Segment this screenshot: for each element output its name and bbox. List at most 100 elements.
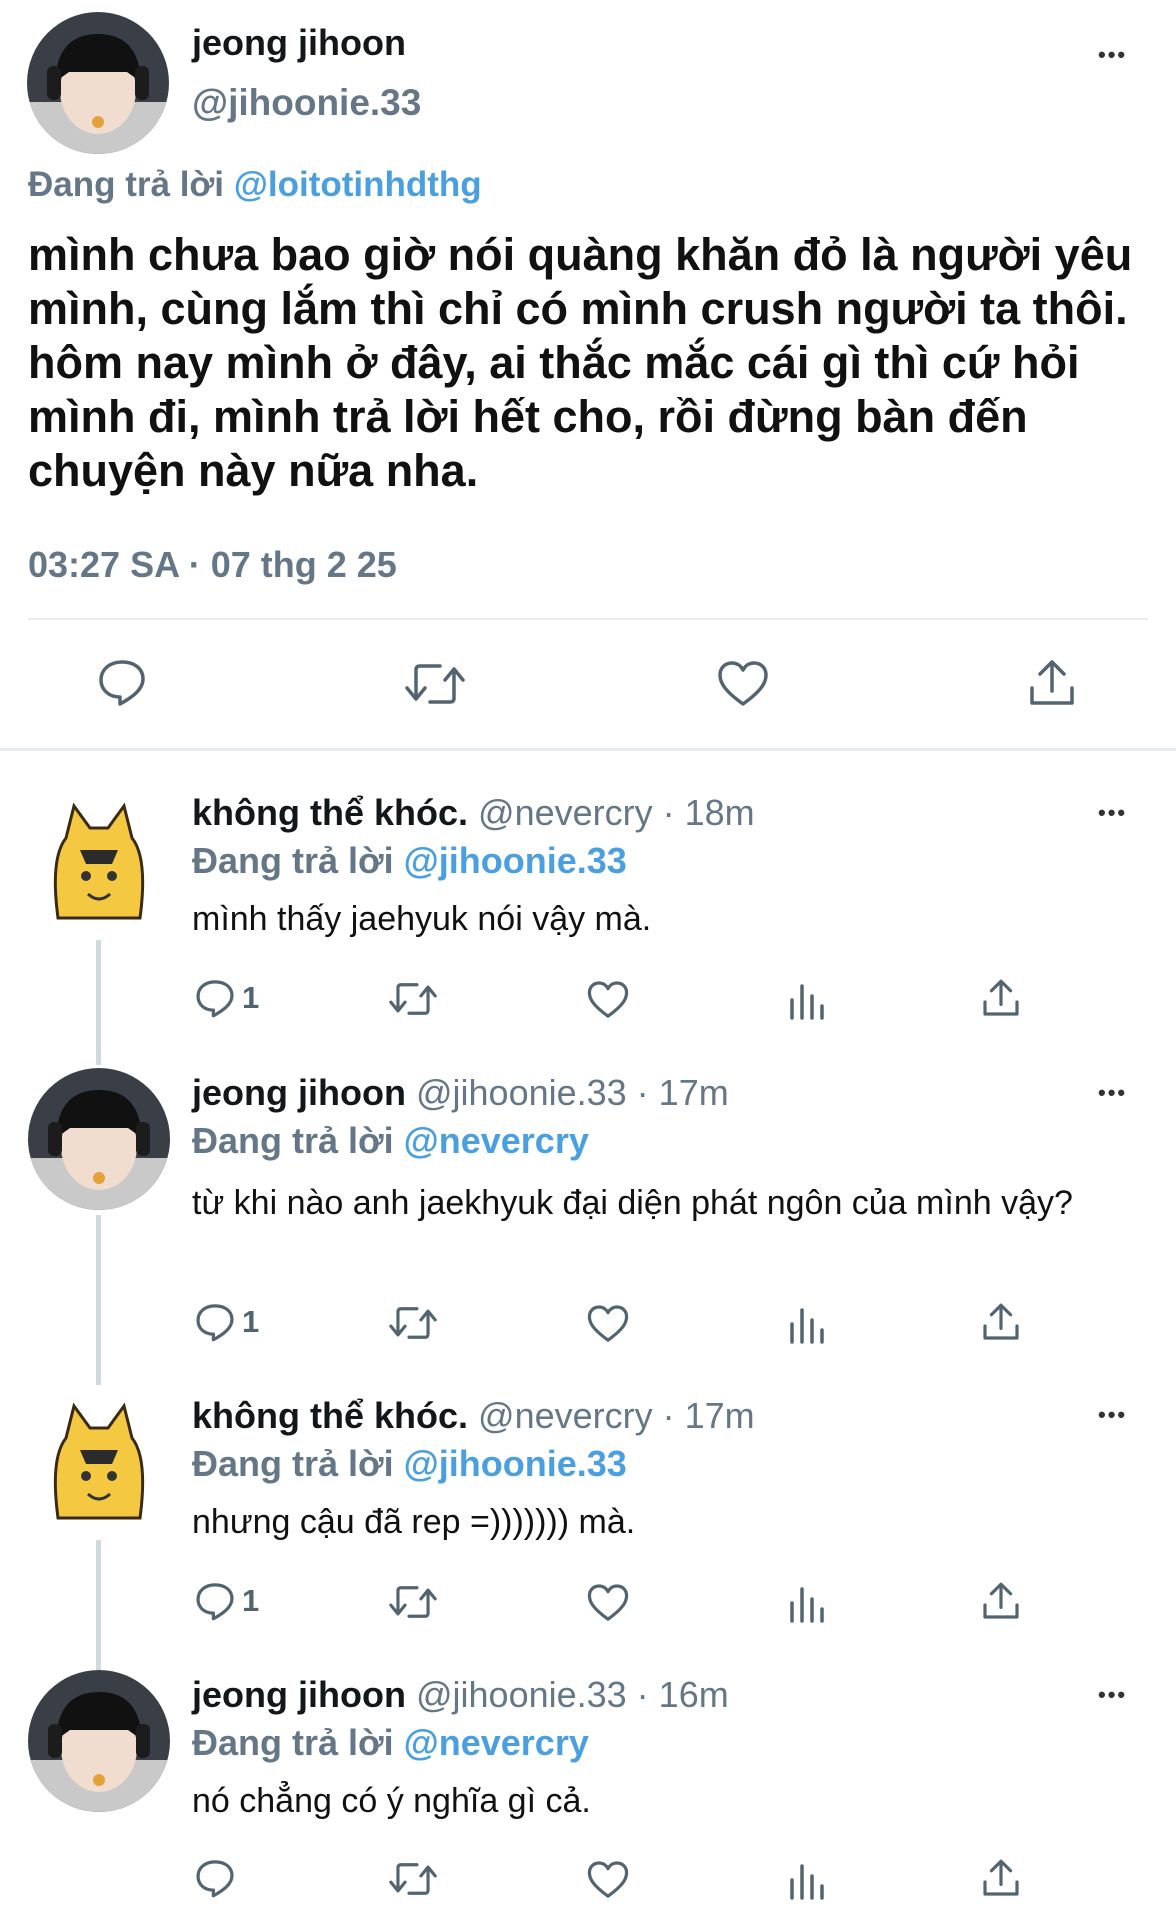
reply-context: Đang trả lời @loitotinhdthg: [28, 165, 482, 205]
reply-count: 1: [242, 1304, 260, 1339]
comment-icon: [196, 1304, 234, 1342]
more-icon[interactable]: •••: [1098, 1080, 1127, 1106]
reply-count: 1: [242, 980, 260, 1015]
views-button[interactable]: [788, 1860, 826, 1900]
like-button[interactable]: [587, 1860, 629, 1900]
views-button[interactable]: [788, 1583, 826, 1623]
share-button[interactable]: [981, 1302, 1021, 1342]
reply-context: Đang trả lời @nevercry: [192, 1120, 589, 1162]
retweet-button[interactable]: [388, 980, 438, 1018]
like-icon: [587, 1305, 629, 1342]
author-name[interactable]: jeong jihoon: [192, 22, 406, 64]
share-icon: [983, 979, 1019, 1016]
share-icon: [983, 1859, 1019, 1896]
retweet-icon: [405, 664, 465, 704]
more-icon[interactable]: •••: [1098, 42, 1127, 68]
more-icon[interactable]: •••: [1098, 1402, 1127, 1428]
share-icon: [1030, 660, 1074, 705]
share-button[interactable]: [1027, 658, 1077, 708]
reply-author-name[interactable]: không thể khóc.: [192, 1395, 468, 1436]
reply-prefix: Đang trả lời: [28, 165, 225, 204]
reply-meta: @jihoonie.33 · 16m: [415, 1674, 729, 1715]
reply-meta: @jihoonie.33 · 17m: [415, 1072, 729, 1113]
author-avatar[interactable]: [27, 12, 169, 154]
views-icon: [790, 1308, 824, 1344]
more-icon[interactable]: •••: [1098, 1682, 1127, 1708]
views-icon: [790, 984, 824, 1020]
cartoon-avatar-icon: [28, 802, 170, 940]
share-button[interactable]: [981, 978, 1021, 1018]
like-icon: [718, 661, 768, 706]
reply-header: jeong jihoon @jihoonie.33 · 16m: [192, 1674, 729, 1716]
reply-author-name[interactable]: jeong jihoon: [192, 1072, 406, 1113]
like-button[interactable]: [717, 660, 769, 708]
comment-button[interactable]: [194, 1858, 242, 1898]
reply-text: nó chẳng có ý nghĩa gì cả.: [192, 1782, 591, 1820]
avatar-photo: [27, 12, 169, 154]
reply-meta: @nevercry · 18m: [478, 792, 755, 833]
share-icon: [983, 1303, 1019, 1340]
tweet-timestamp[interactable]: 03:27 SA · 07 thg 2 25: [28, 544, 397, 586]
reply-prefix: Đang trả lời: [192, 1120, 394, 1161]
more-icon[interactable]: •••: [1098, 800, 1127, 826]
reply-author-name[interactable]: không thể khóc.: [192, 792, 468, 833]
comment-button[interactable]: [96, 658, 148, 706]
reply-prefix: Đang trả lời: [192, 1443, 394, 1484]
retweet-icon: [389, 1863, 437, 1895]
comment-icon: [196, 980, 234, 1018]
reply-to-link[interactable]: @nevercry: [404, 1120, 589, 1161]
retweet-icon: [389, 983, 437, 1015]
reply-avatar[interactable]: [28, 1398, 170, 1540]
retweet-icon: [389, 1307, 437, 1339]
views-button[interactable]: [788, 980, 826, 1020]
reply-context: Đang trả lời @jihoonie.33: [192, 1443, 627, 1485]
reply-to-link[interactable]: @loitotinhdthg: [234, 165, 482, 204]
views-icon: [790, 1587, 824, 1623]
comment-button[interactable]: 1: [194, 1302, 259, 1342]
like-button[interactable]: [587, 1583, 629, 1623]
reply-prefix: Đang trả lời: [192, 1722, 394, 1763]
retweet-button[interactable]: [404, 660, 466, 708]
views-button[interactable]: [788, 1304, 826, 1344]
comment-icon: [196, 1860, 234, 1898]
reply-context: Đang trả lời @nevercry: [192, 1722, 589, 1764]
reply-avatar[interactable]: [28, 1670, 170, 1812]
reply-header: không thể khóc. @nevercry · 17m: [192, 1395, 755, 1437]
reply-header: jeong jihoon @jihoonie.33 · 17m: [192, 1072, 729, 1114]
comment-button[interactable]: 1: [194, 1581, 259, 1621]
reply-to-link[interactable]: @jihoonie.33: [404, 1443, 627, 1484]
retweet-button[interactable]: [388, 1860, 438, 1898]
like-icon: [587, 1861, 629, 1898]
comment-icon: [196, 1583, 234, 1621]
reply-count: 1: [242, 1583, 260, 1618]
avatar-photo: [28, 1670, 170, 1812]
reply-prefix: Đang trả lời: [192, 840, 394, 881]
divider: [28, 618, 1148, 620]
reply-avatar[interactable]: [28, 798, 170, 940]
reply-author-name[interactable]: jeong jihoon: [192, 1674, 406, 1715]
author-handle[interactable]: @jihoonie.33: [192, 82, 421, 124]
thread-line: [96, 1520, 101, 1670]
like-button[interactable]: [587, 980, 629, 1020]
section-divider: [0, 748, 1176, 751]
retweet-button[interactable]: [388, 1304, 438, 1342]
like-icon: [587, 1584, 629, 1621]
like-icon: [587, 981, 629, 1018]
reply-avatar[interactable]: [28, 1068, 170, 1210]
share-icon: [983, 1582, 1019, 1619]
retweet-button[interactable]: [388, 1583, 438, 1621]
cartoon-avatar-icon: [28, 1402, 170, 1540]
reply-text: mình thấy jaehyuk nói vậy mà.: [192, 900, 652, 938]
share-button[interactable]: [981, 1581, 1021, 1621]
retweet-icon: [389, 1586, 437, 1618]
reply-to-link[interactable]: @nevercry: [404, 1722, 589, 1763]
reply-header: không thể khóc. @nevercry · 18m: [192, 792, 755, 834]
thread-line: [96, 1215, 101, 1385]
reply-meta: @nevercry · 17m: [478, 1395, 755, 1436]
avatar-photo: [28, 1068, 170, 1210]
like-button[interactable]: [587, 1304, 629, 1344]
reply-to-link[interactable]: @jihoonie.33: [404, 840, 627, 881]
comment-button[interactable]: 1: [194, 978, 259, 1018]
share-button[interactable]: [981, 1858, 1021, 1898]
reply-context: Đang trả lời @jihoonie.33: [192, 840, 627, 882]
